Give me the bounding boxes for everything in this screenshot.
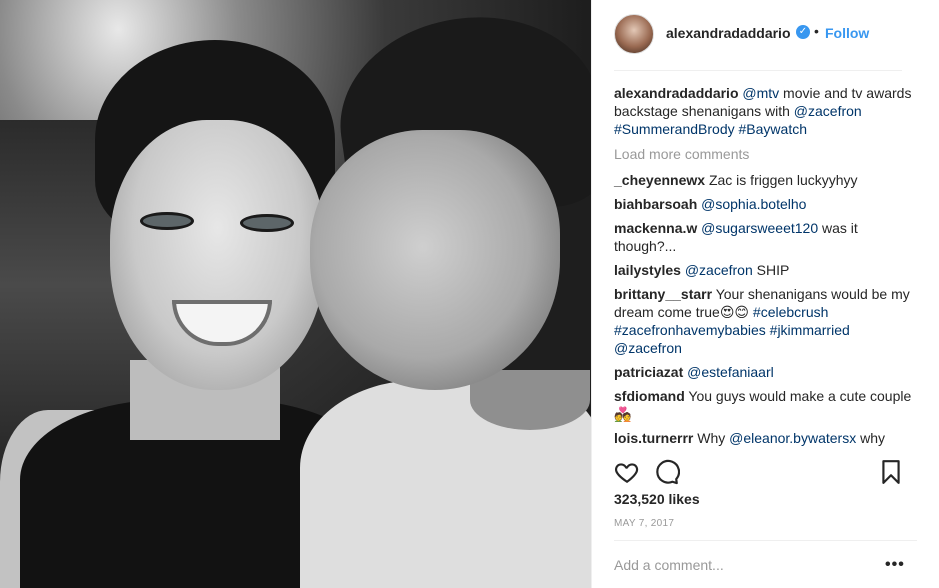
- heart-icon[interactable]: [614, 459, 640, 485]
- comment: lois.turnerrr Why @eleanor.bywatersx why: [614, 429, 914, 447]
- comment-tag[interactable]: #jkimmarried: [770, 322, 850, 338]
- header-divider: [614, 70, 902, 71]
- bookmark-icon[interactable]: [878, 459, 904, 485]
- comment-username[interactable]: _cheyennewx: [614, 172, 705, 188]
- post-photo[interactable]: [0, 0, 591, 588]
- comment-mention[interactable]: @zacefron: [685, 262, 753, 278]
- like-count[interactable]: 323,520 likes: [614, 491, 700, 507]
- comment: biahbarsoah @sophia.botelho: [614, 195, 914, 213]
- verified-badge-icon: ✓: [796, 25, 810, 39]
- caption-username[interactable]: alexandradaddario: [614, 85, 739, 101]
- comment-mention[interactable]: @eleanor.bywatersx: [729, 430, 856, 446]
- comment-username[interactable]: patriciazat: [614, 364, 683, 380]
- caption-tag[interactable]: #SummerandBrody: [614, 121, 735, 137]
- post-details-panel: alexandradaddario ✓ • Follow alexandrada…: [591, 0, 939, 588]
- comment-mention[interactable]: @estefaniaarl: [687, 364, 774, 380]
- follow-button[interactable]: Follow: [825, 25, 869, 41]
- comment: _cheyennewx Zac is friggen luckyyhyy: [614, 171, 914, 189]
- comments-list: alexandradaddario @mtv movie and tv awar…: [614, 84, 914, 453]
- caption: alexandradaddario @mtv movie and tv awar…: [614, 84, 914, 138]
- separator-dot: •: [814, 23, 819, 39]
- comment-username[interactable]: lois.turnerrr: [614, 430, 693, 446]
- comment-mention[interactable]: @sugarsweeet120: [701, 220, 818, 236]
- comment-divider: [614, 540, 917, 541]
- caption-tag[interactable]: #Baywatch: [739, 121, 807, 137]
- comment-text: Zac is friggen luckyyhyy: [708, 172, 858, 188]
- comment-text: Why: [697, 430, 730, 446]
- comment: lailystyles @zacefron SHIP: [614, 261, 914, 279]
- comment-mention[interactable]: @sophia.botelho: [701, 196, 806, 212]
- comment-text: why: [856, 430, 885, 446]
- comment-username[interactable]: lailystyles: [614, 262, 681, 278]
- comment-tag[interactable]: #zacefronhavemybabies: [614, 322, 766, 338]
- avatar[interactable]: [614, 14, 654, 54]
- comment: patriciazat @estefaniaarl: [614, 363, 914, 381]
- caption-mention[interactable]: @mtv: [742, 85, 779, 101]
- comment-username[interactable]: mackenna.w: [614, 220, 697, 236]
- load-more-comments-button[interactable]: Load more comments: [614, 145, 914, 163]
- header-username[interactable]: alexandradaddario: [666, 25, 791, 41]
- comment-tag[interactable]: @zacefron: [614, 340, 682, 356]
- add-comment-input[interactable]: Add a comment...: [614, 557, 724, 573]
- comment-text: SHIP: [752, 262, 790, 278]
- comment-tag[interactable]: #celebcrush: [753, 304, 829, 320]
- post-date[interactable]: MAY 7, 2017: [614, 518, 674, 529]
- more-options-button[interactable]: •••: [885, 556, 905, 574]
- comment-icon[interactable]: [654, 459, 680, 485]
- caption-tag[interactable]: @zacefron: [794, 103, 862, 119]
- comment: sfdiomand You guys would make a cute cou…: [614, 387, 914, 423]
- comment-username[interactable]: brittany__starr: [614, 286, 712, 302]
- comment-username[interactable]: sfdiomand: [614, 388, 685, 404]
- comment-username[interactable]: biahbarsoah: [614, 196, 697, 212]
- comment: brittany__starr Your shenanigans would b…: [614, 285, 914, 357]
- comment: mackenna.w @sugarsweeet120 was it though…: [614, 219, 914, 255]
- post-actions: [614, 459, 902, 485]
- post-header: alexandradaddario ✓ • Follow: [592, 0, 939, 71]
